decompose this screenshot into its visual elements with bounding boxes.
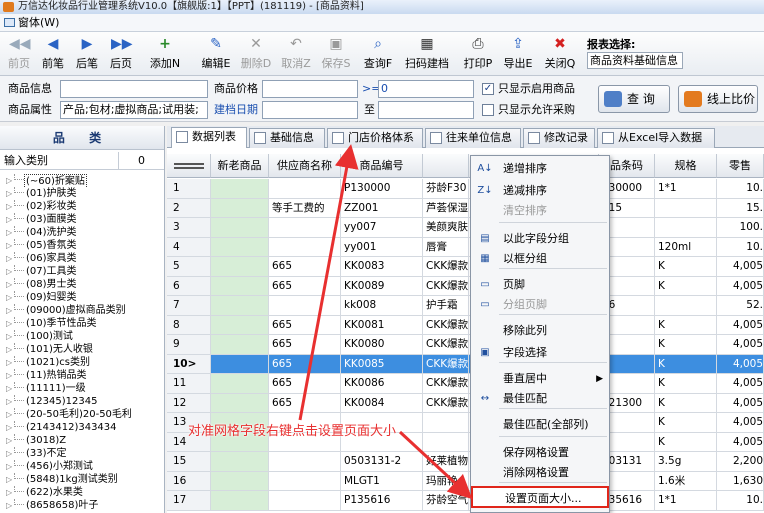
arrow-to-column-header xyxy=(298,144,359,421)
annotation-text: 对准网格字段右键点击设置页面大小 xyxy=(188,424,397,439)
arrow-to-menu-item xyxy=(398,430,473,500)
